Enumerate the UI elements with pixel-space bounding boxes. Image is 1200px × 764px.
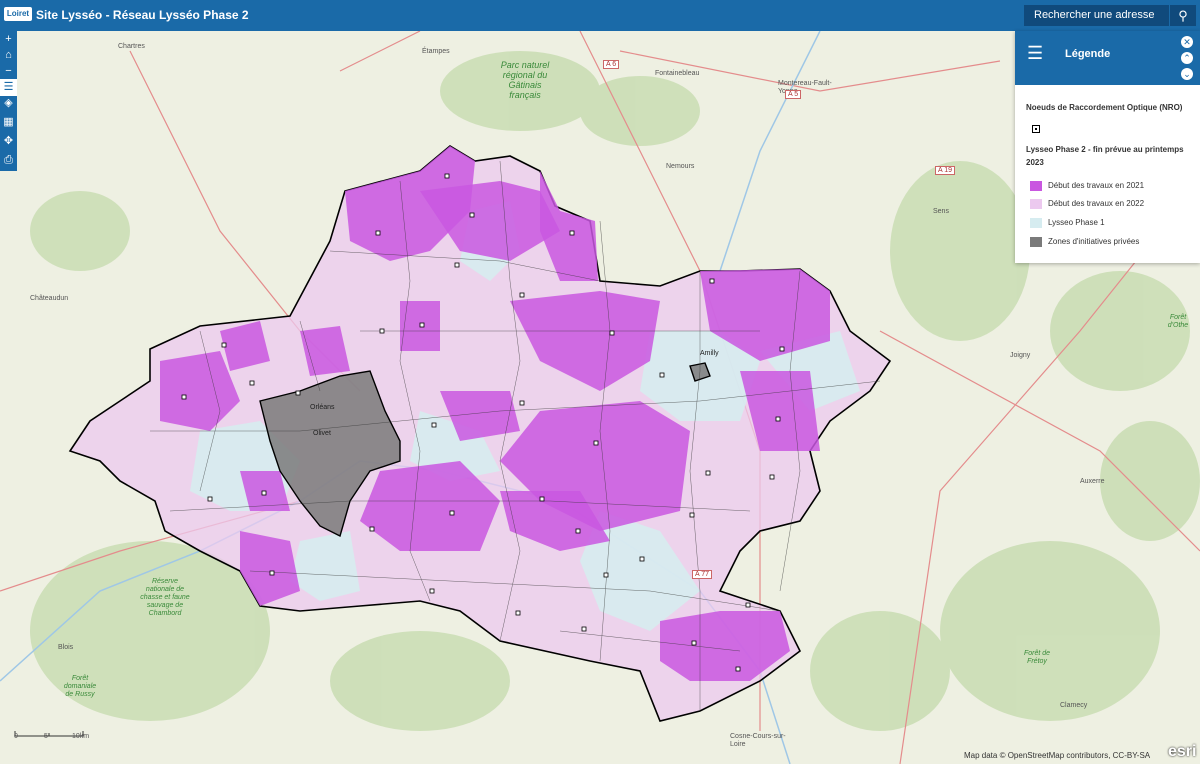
swatch-private <box>1030 237 1042 247</box>
esri-logo: esri <box>1168 743 1197 760</box>
layers-button[interactable]: ◈ <box>0 95 17 112</box>
place-label: Cosne-Cours-sur-Loire <box>730 733 786 748</box>
place-label: Olivet <box>313 430 331 437</box>
chevron-up-icon[interactable]: ⌃ <box>1181 52 1193 64</box>
legend-button[interactable]: ☰ <box>0 79 17 96</box>
swatch-2021 <box>1030 181 1042 191</box>
park-label: Forêt d'Othe <box>1167 314 1189 329</box>
chevron-down-icon[interactable]: ⌄ <box>1181 68 1193 80</box>
legend-section-phase2: Lysseo Phase 2 - fin prévue au printemps… <box>1026 145 1184 167</box>
scale-label: 0 <box>14 733 18 740</box>
road-label: A 5 <box>785 90 802 99</box>
attribution: Map data © OpenStreetMap contributors, C… <box>964 751 1151 760</box>
zoom-out-button[interactable]: − <box>0 63 17 80</box>
list-icon: ☰ <box>1027 43 1044 63</box>
place-label: Clamecy <box>1060 702 1088 709</box>
app-title: Site Lysséo - Réseau Lysséo Phase 2 <box>36 8 249 22</box>
swatch-2022 <box>1030 199 1042 209</box>
app-header: Loiret Site Lysséo - Réseau Lysséo Phase… <box>0 0 1200 31</box>
road-label: A 77 <box>692 570 713 579</box>
legend-section-nro: Noeuds de Raccordement Optique (NRO) <box>1026 103 1183 112</box>
legend-panel: ☰ Légende ✕ ⌃ ⌄ Noeuds de Raccordement O… <box>1015 31 1200 263</box>
nro-symbol-icon <box>1032 125 1040 133</box>
map-toolbar: + ⌂ − ☰ ◈ ▦ ✥ ⎙ <box>0 31 17 171</box>
zoom-in-button[interactable]: + <box>0 31 17 48</box>
park-label: Forêt domaniale de Russy <box>63 675 97 698</box>
place-label: Nemours <box>666 163 695 170</box>
park-label: Réserve nationale de chasse et faune sau… <box>140 578 190 617</box>
locate-button[interactable]: ✥ <box>0 133 17 150</box>
place-label: Étampes <box>422 48 450 55</box>
place-label: Sens <box>933 208 949 215</box>
place-label: Auxerre <box>1080 478 1105 485</box>
scale-label: 10km <box>72 733 90 740</box>
print-button[interactable]: ⎙ <box>0 152 17 169</box>
place-label: Blois <box>58 644 74 651</box>
basemap-button[interactable]: ▦ <box>0 114 17 131</box>
scale-label: 5 <box>44 733 48 740</box>
place-label: Chartres <box>118 43 145 50</box>
place-label: Fontainebleau <box>655 70 700 77</box>
place-label: Orléans <box>310 404 335 411</box>
park-label: Forêt de Frétoy <box>1023 650 1051 665</box>
search-input[interactable]: Rechercher une adresse <box>1024 5 1169 26</box>
swatch-phase1 <box>1030 218 1042 228</box>
search-icon[interactable]: ⚲ <box>1170 5 1196 26</box>
place-label: Amilly <box>700 350 719 357</box>
home-button[interactable]: ⌂ <box>0 47 17 64</box>
park-label: Parc naturel régional du Gâtinais frança… <box>500 60 550 100</box>
legend-title: Légende <box>1065 48 1111 60</box>
road-label: A 19 <box>935 166 956 175</box>
road-label: A 6 <box>603 60 620 69</box>
place-label: Joigny <box>1010 352 1031 359</box>
legend-header: ☰ Légende ✕ ⌃ ⌄ <box>1015 31 1200 85</box>
close-icon[interactable]: ✕ <box>1181 36 1193 48</box>
loiret-logo: Loiret <box>4 7 32 21</box>
place-label: Châteaudun <box>30 295 69 302</box>
